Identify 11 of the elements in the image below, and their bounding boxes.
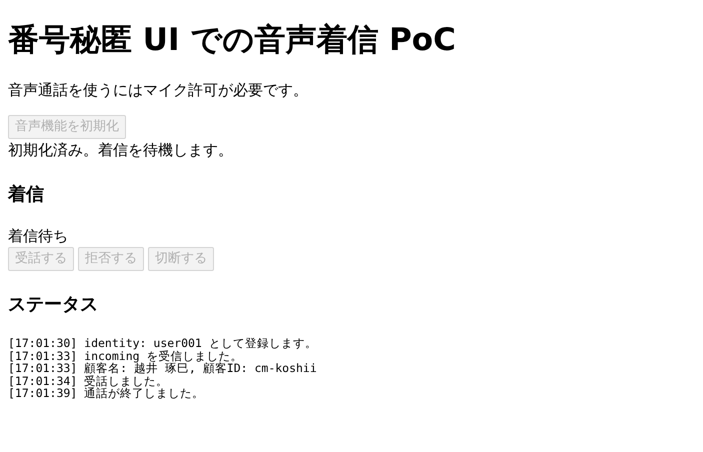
section-heading: 着信 xyxy=(8,183,45,207)
log-line: [17:01:39] 通話が終了しました。 xyxy=(8,387,204,400)
page-title: 番号秘匿 UI での音声着信 PoC xyxy=(8,21,457,60)
log-line: [17:01:33] 顧客名: 越井 琢巳, 顧客ID: cm-koshii xyxy=(8,362,317,375)
intro-text: 音声通話を使うにはマイク許可が必要です。 xyxy=(8,80,309,101)
log-line: [17:01:30] identity: user001 として登録します。 xyxy=(8,337,317,350)
log-line: [17:01:33] incoming を受信しました。 xyxy=(8,350,242,362)
call-state: 着信待ち xyxy=(8,226,69,247)
init-status: 初期化済み。着信を待機します。 xyxy=(8,140,234,161)
section-heading: ステータス xyxy=(8,293,99,317)
log-line: [17:01:34] 受話しました。 xyxy=(8,374,168,388)
